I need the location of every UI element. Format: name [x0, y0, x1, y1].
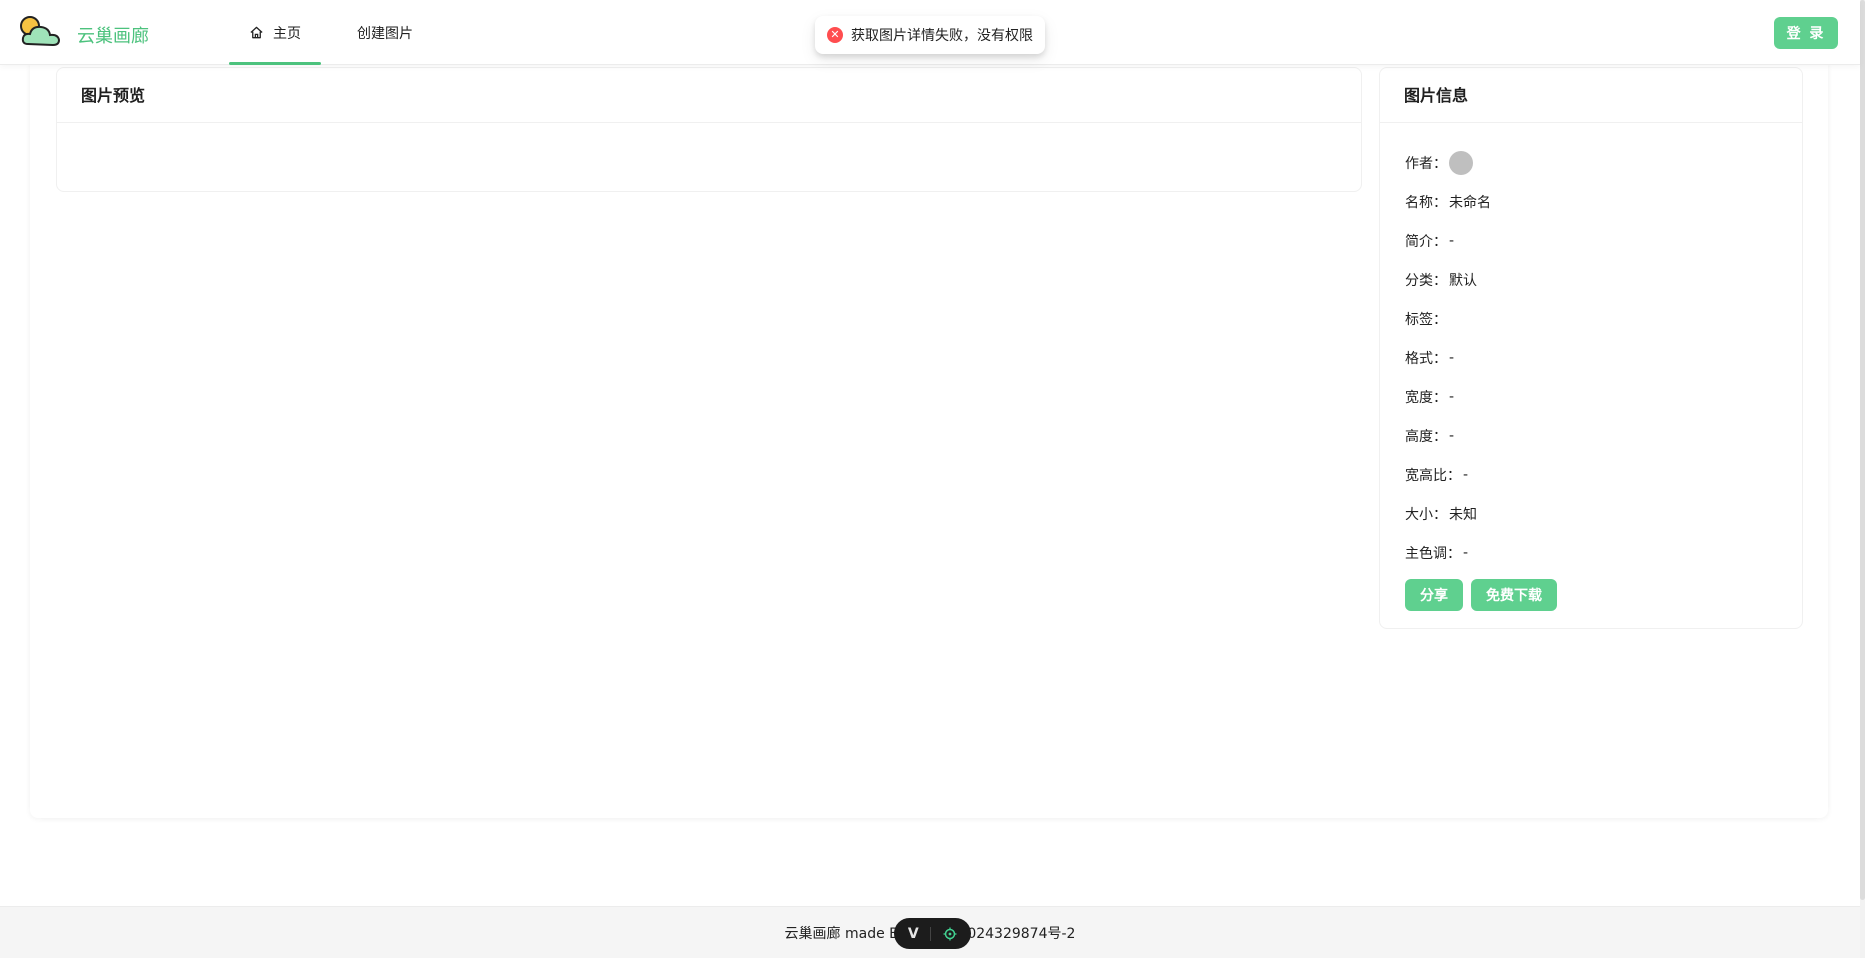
scrollbar[interactable]	[1860, 0, 1865, 958]
info-value: -	[1449, 388, 1455, 405]
avatar[interactable]	[1449, 150, 1473, 175]
main-nav: 主页 创建图片	[229, 0, 421, 65]
preview-card-title: 图片预览	[57, 68, 1361, 123]
info-value: -	[1463, 466, 1469, 483]
toast-message: 获取图片详情失败，没有权限	[851, 28, 1033, 44]
info-list: 作者： 名称： 未命名 简介： - 分类： 默认 标签： 格式： - 宽度： -…	[1380, 123, 1802, 611]
nav-item-create-label: 创建图片	[357, 25, 413, 42]
info-row-size: 大小： 未知	[1405, 494, 1802, 533]
home-icon	[250, 26, 263, 39]
info-row-main-color: 主色调： -	[1405, 533, 1802, 572]
info-label: 标签：	[1405, 311, 1447, 328]
vue-logo-icon[interactable]: V	[908, 926, 919, 942]
info-label: 宽度：	[1405, 389, 1447, 406]
info-label: 分类：	[1405, 272, 1447, 289]
info-row-aspect-ratio: 宽高比： -	[1405, 455, 1802, 494]
app-name[interactable]: 云巢画廊	[77, 22, 149, 48]
info-value: -	[1449, 232, 1455, 249]
info-row-category: 分类： 默认	[1405, 260, 1802, 299]
free-download-button[interactable]: 免费下载	[1471, 579, 1557, 611]
devtools-toggle[interactable]: V	[894, 918, 971, 949]
nav-item-create-picture[interactable]: 创建图片	[349, 0, 421, 65]
nav-item-home[interactable]: 主页	[229, 0, 321, 65]
info-label: 主色调：	[1405, 545, 1461, 562]
logo[interactable]	[18, 14, 64, 50]
image-preview-card: 图片预览	[56, 67, 1362, 192]
image-info-card: 图片信息 作者： 名称： 未命名 简介： - 分类： 默认 标签： 格式： - …	[1379, 67, 1803, 629]
page: 云巢画廊 主页 创建图片 登 录 ✕ 获取图片详情失败，没有权限 图片预览 图片…	[0, 0, 1865, 958]
info-value: 默认	[1449, 272, 1477, 289]
info-value: -	[1463, 544, 1469, 561]
info-row-width: 宽度： -	[1405, 377, 1802, 416]
info-row-intro: 简介： -	[1405, 221, 1802, 260]
error-circle-icon: ✕	[827, 27, 843, 43]
cloud-logo-icon	[20, 16, 61, 47]
info-row-height: 高度： -	[1405, 416, 1802, 455]
info-row-format: 格式： -	[1405, 338, 1802, 377]
error-toast: ✕ 获取图片详情失败，没有权限	[815, 16, 1045, 54]
info-actions: 分享 免费下载	[1405, 579, 1802, 611]
info-value: -	[1449, 427, 1455, 444]
info-label: 格式：	[1405, 350, 1447, 367]
info-row-author: 作者：	[1405, 143, 1802, 182]
info-value: 未知	[1449, 506, 1477, 523]
divider	[930, 926, 932, 941]
crosshair-icon[interactable]	[943, 927, 957, 941]
info-label: 宽高比：	[1405, 467, 1461, 484]
info-value: 未命名	[1449, 194, 1491, 211]
info-label: 大小：	[1405, 506, 1447, 523]
info-card-title: 图片信息	[1380, 68, 1802, 123]
info-label: 作者：	[1405, 155, 1447, 172]
info-label: 名称：	[1405, 194, 1447, 211]
info-label: 高度：	[1405, 428, 1447, 445]
nav-item-home-label: 主页	[273, 25, 301, 42]
info-row-tags: 标签：	[1405, 299, 1802, 338]
scrollbar-thumb[interactable]	[1860, 0, 1865, 900]
info-label: 简介：	[1405, 233, 1447, 250]
info-value: -	[1449, 349, 1455, 366]
share-button[interactable]: 分享	[1405, 579, 1463, 611]
info-row-name: 名称： 未命名	[1405, 182, 1802, 221]
login-button[interactable]: 登 录	[1774, 17, 1838, 49]
